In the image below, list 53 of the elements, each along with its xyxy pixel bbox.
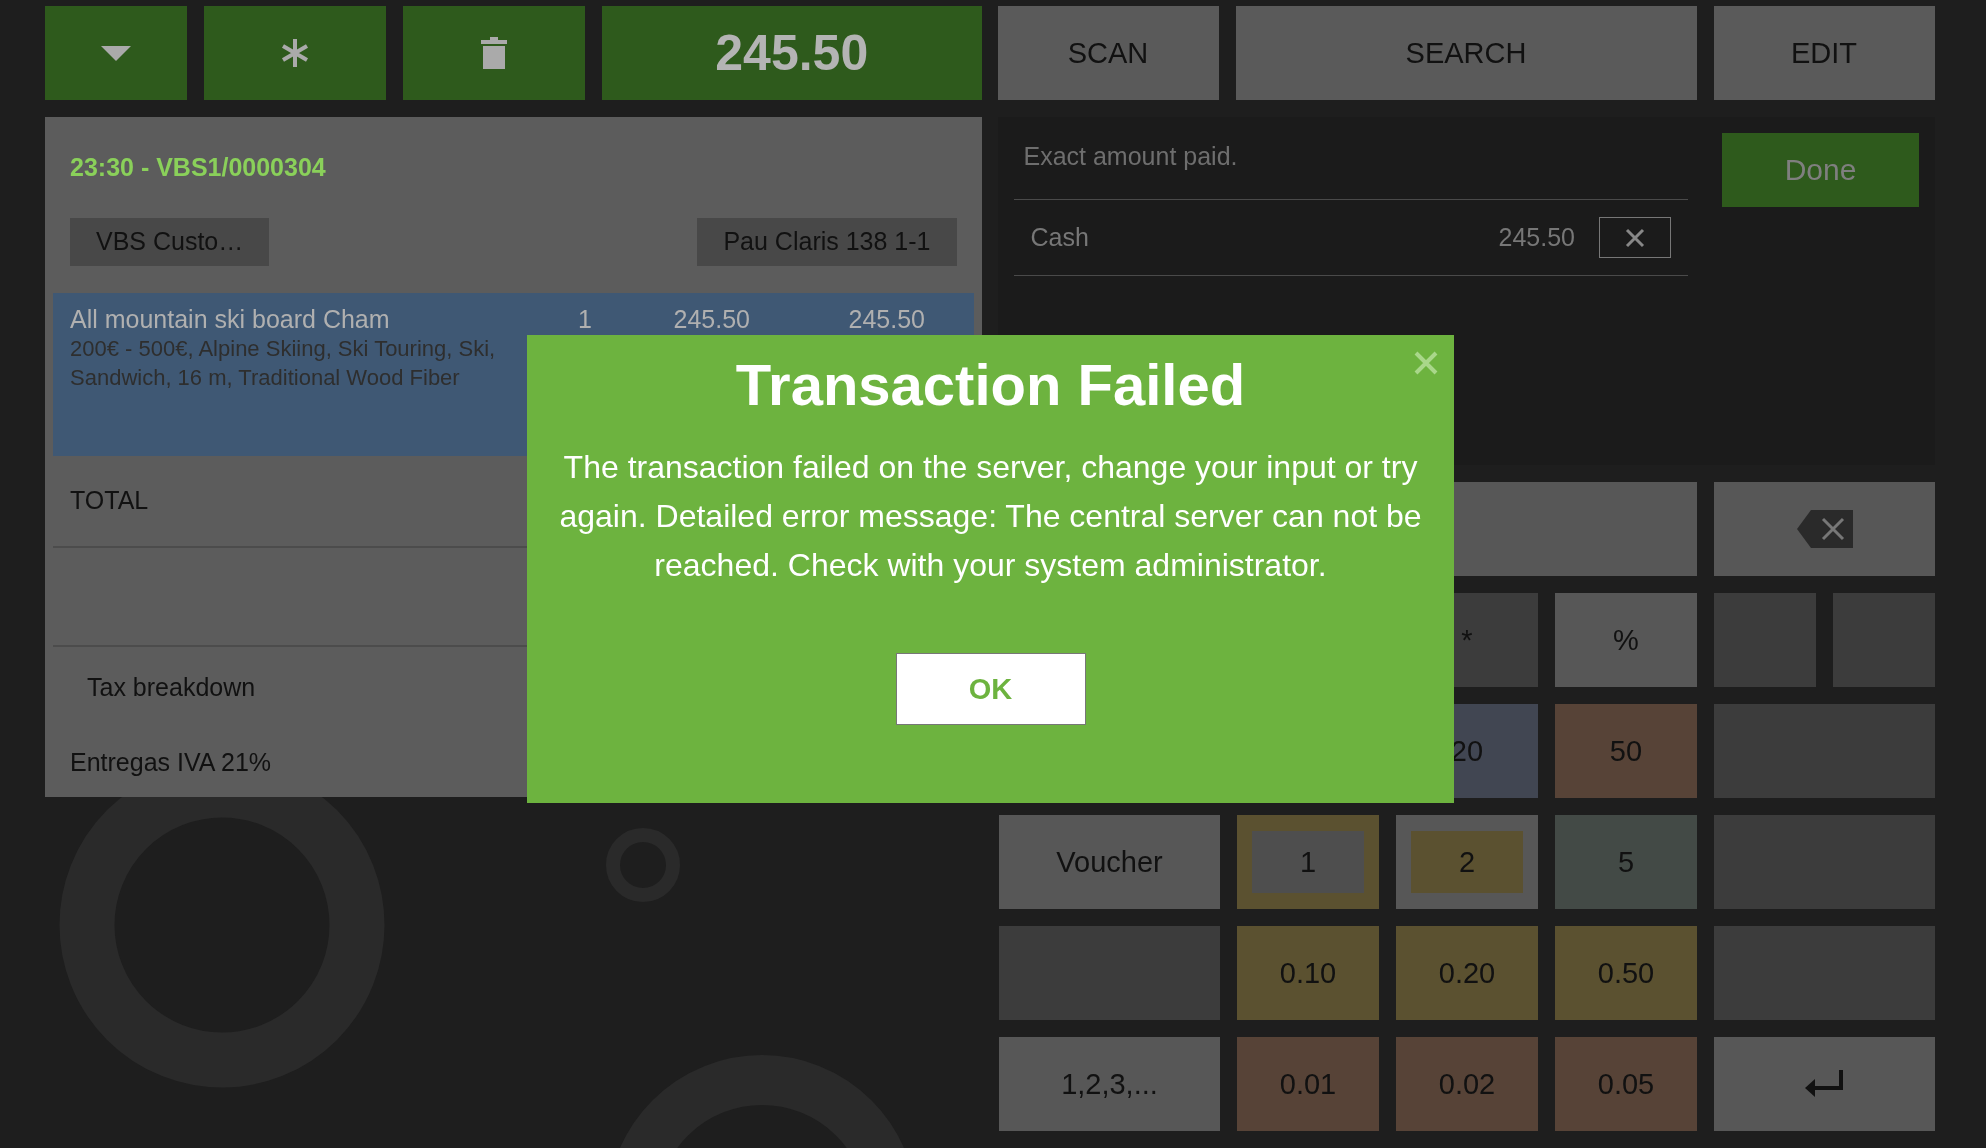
trash-button[interactable] [403, 6, 585, 100]
keypad-key[interactable] [1714, 704, 1935, 798]
keypad-key[interactable]: % [1555, 593, 1697, 687]
remove-payment-button[interactable] [1599, 217, 1671, 258]
enter-icon [1804, 1070, 1845, 1098]
payment-amount: 245.50 [1498, 223, 1575, 252]
keypad-key[interactable]: 0.10 [1237, 926, 1379, 1020]
keypad-key[interactable]: 0.05 [1555, 1037, 1697, 1131]
keypad-key[interactable]: 1,2,3,... [999, 1037, 1220, 1131]
total-label: TOTAL [70, 486, 149, 516]
keypad-key[interactable] [1714, 815, 1935, 909]
keypad-key[interactable] [1714, 593, 1816, 687]
keypad-key[interactable] [1833, 593, 1935, 687]
keypad-key[interactable]: 0.20 [1396, 926, 1538, 1020]
close-icon[interactable] [1414, 351, 1438, 375]
total-amount: 245.50 [602, 6, 982, 100]
keypad-key[interactable]: 1 [1237, 815, 1379, 909]
trash-icon [481, 37, 507, 69]
action-button[interactable]: SEARCH [1235, 6, 1697, 100]
tax-breakdown-title: Tax breakdown [87, 672, 256, 702]
quantity: 1 [577, 304, 593, 334]
product-description: 200€ - 500€, Alpine Skiing, Ski Touring, Ski, [70, 334, 497, 363]
key-face: 1 [1252, 831, 1364, 893]
enter-key[interactable] [1714, 1037, 1935, 1131]
payment-method: Cash [1030, 223, 1090, 252]
line-amount: 245.50 [847, 304, 925, 334]
action-button[interactable]: SCAN [997, 6, 1219, 100]
unit-price: 245.50 [672, 304, 750, 334]
tax-name: Entregas IVA 21% [70, 747, 272, 777]
customer-button[interactable]: VBS Custo… [70, 217, 270, 266]
ok-button[interactable]: OK [895, 653, 1086, 725]
keypad-key[interactable] [1714, 926, 1935, 1020]
done-button[interactable]: Done [1722, 133, 1919, 207]
keypad-key[interactable]: 0.01 [1237, 1037, 1379, 1131]
action-button[interactable]: EDIT [1713, 6, 1935, 100]
backspace-key[interactable] [1714, 482, 1935, 576]
keypad-key[interactable]: Voucher [999, 815, 1220, 909]
caret-icon [101, 45, 131, 61]
asterisk-button[interactable] [204, 6, 386, 100]
product-name: All mountain ski board Cham [70, 304, 391, 334]
keypad-key[interactable]: 5 [1555, 815, 1697, 909]
keypad-key[interactable]: 0.02 [1396, 1037, 1538, 1131]
asterisk-icon [279, 37, 311, 69]
backspace-icon [1796, 510, 1853, 548]
keypad-key[interactable]: 0.50 [1555, 926, 1697, 1020]
close-icon [1625, 227, 1645, 248]
keypad-key[interactable]: 2 [1396, 815, 1538, 909]
keypad-key[interactable]: 50 [1555, 704, 1697, 798]
receipt-header: 23:30 - VBS1/0000304 [69, 152, 327, 183]
dropdown-button[interactable] [45, 6, 187, 100]
payment-status: Exact amount paid. [1013, 133, 1688, 200]
key-face: 2 [1411, 831, 1523, 893]
keypad-key[interactable] [999, 926, 1220, 1020]
